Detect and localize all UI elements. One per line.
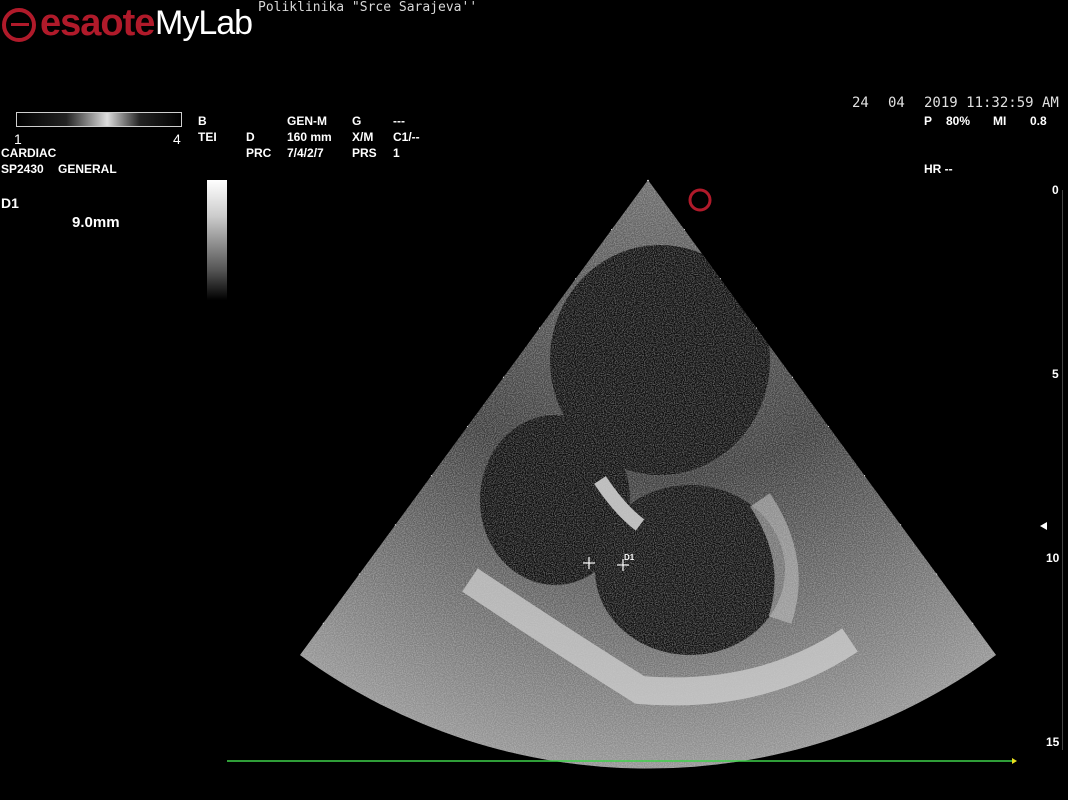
ultrasound-image[interactable]: [0, 0, 1068, 800]
caliper-label: D1: [624, 553, 635, 562]
ecg-cursor-icon: [1012, 758, 1017, 764]
orientation-marker-icon: [688, 188, 712, 212]
sector-scan-area: [300, 180, 996, 769]
